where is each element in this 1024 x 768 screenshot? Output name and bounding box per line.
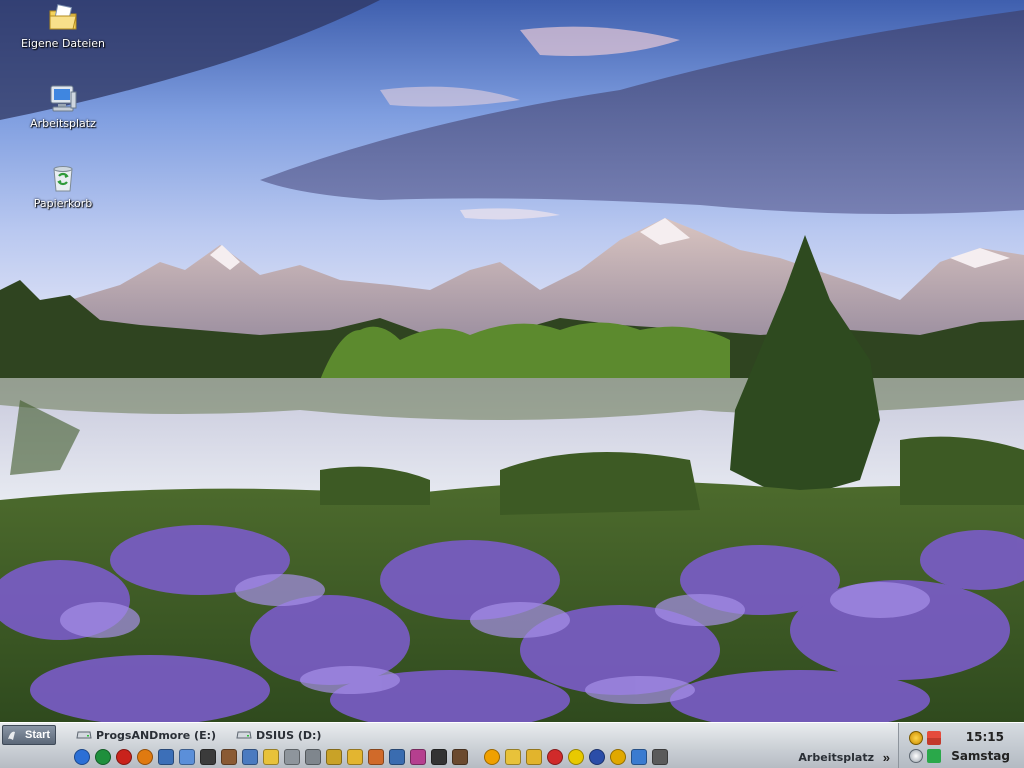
smiley2-icon[interactable]: [610, 749, 626, 765]
drive-icon[interactable]: [284, 749, 300, 765]
network-globe-icon[interactable]: [909, 731, 923, 745]
tool-icon[interactable]: [200, 749, 216, 765]
windows-flag-icon: [8, 731, 15, 740]
recycle-bin-icon: [53, 166, 73, 192]
toolbar-label-arbeitsplatz: Arbeitsplatz: [798, 751, 874, 764]
start-label: Start: [25, 729, 51, 741]
window-icon[interactable]: [242, 749, 258, 765]
folder-icon[interactable]: [263, 749, 279, 765]
paint-icon[interactable]: [410, 749, 426, 765]
messenger-icon[interactable]: [179, 749, 195, 765]
folder4-icon[interactable]: [526, 749, 542, 765]
start-button[interactable]: Start: [2, 725, 56, 745]
winamp-icon[interactable]: [589, 749, 605, 765]
sync-arrows-icon[interactable]: [927, 731, 941, 745]
quick-launch-bar: [74, 748, 668, 766]
pen-icon[interactable]: [326, 749, 342, 765]
network-icon[interactable]: [631, 749, 647, 765]
person-icon[interactable]: [452, 749, 468, 765]
drive2-icon[interactable]: [305, 749, 321, 765]
taskbar-drive-d[interactable]: DSIUS (D:): [236, 727, 321, 743]
smiley-icon[interactable]: [568, 749, 584, 765]
ie-icon[interactable]: [74, 749, 90, 765]
screen-icon[interactable]: [389, 749, 405, 765]
desktop-icon-label: Arbeitsplatz: [30, 117, 96, 130]
folder-documents-icon: [49, 4, 77, 30]
desktop-icon-label: Eigene Dateien: [20, 37, 106, 50]
thunderbird-icon[interactable]: [158, 749, 174, 765]
drive-icon: [76, 731, 92, 739]
opera-icon[interactable]: [116, 749, 132, 765]
settings-icon[interactable]: [368, 749, 384, 765]
taskbar-drive-e[interactable]: ProgsANDmore (E:): [76, 727, 216, 743]
desktop-icon-eigene-dateien[interactable]: Eigene Dateien: [15, 2, 111, 50]
sun-icon[interactable]: [484, 749, 500, 765]
drive-label: DSIUS (D:): [256, 728, 322, 742]
camera-icon[interactable]: [431, 749, 447, 765]
drive-icon: [236, 731, 252, 739]
media-icon[interactable]: [547, 749, 563, 765]
desktop-icon-arbeitsplatz[interactable]: Arbeitsplatz: [15, 82, 111, 130]
desktop-icon-papierkorb[interactable]: Papierkorb: [15, 162, 111, 210]
desktop-icon-label: Papierkorb: [33, 197, 93, 210]
computer-icon: [50, 85, 77, 112]
desktop-wallpaper: [0, 0, 1024, 722]
taskbar: Start ProgsANDmore (E:) DSIUS (D:) Arbei…: [0, 722, 1024, 768]
clock-tray-icon[interactable]: [909, 749, 923, 763]
security-shield-icon[interactable]: [927, 749, 941, 763]
clock-day: Samstag: [951, 749, 1010, 763]
clock-time[interactable]: 15:15: [966, 730, 1004, 744]
globe-icon[interactable]: [95, 749, 111, 765]
gallery-icon[interactable]: [221, 749, 237, 765]
folder3-icon[interactable]: [505, 749, 521, 765]
printer-icon[interactable]: [652, 749, 668, 765]
drive-label: ProgsANDmore (E:): [96, 728, 217, 742]
firefox-icon[interactable]: [137, 749, 153, 765]
system-tray: 15:15 Samstag: [898, 723, 1024, 768]
folder2-icon[interactable]: [347, 749, 363, 765]
toolbar-more-chevron[interactable]: »: [883, 750, 890, 765]
quick-launch-gap: [473, 749, 479, 765]
